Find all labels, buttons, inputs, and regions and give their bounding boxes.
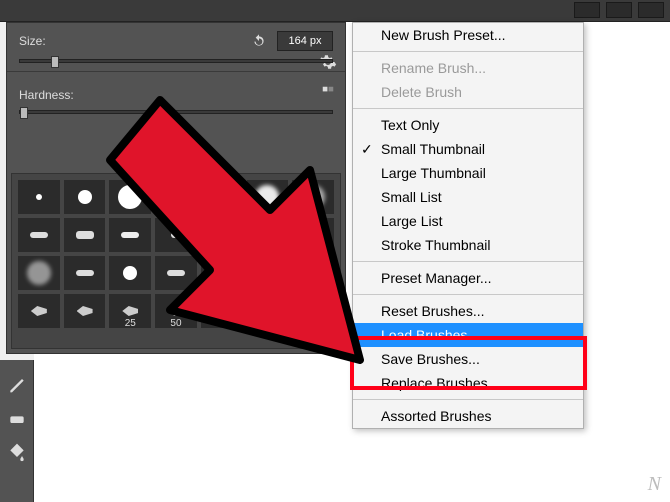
window-minimize-button[interactable] <box>574 2 600 18</box>
brush-preset[interactable] <box>18 180 60 214</box>
menu-large-thumbnail[interactable]: Large Thumbnail <box>353 161 583 185</box>
window-close-button[interactable] <box>638 2 664 18</box>
menu-load-brushes[interactable]: Load Brushes... <box>353 323 583 347</box>
brush-preset-grid: 25 50 <box>11 173 341 349</box>
brush-preset[interactable] <box>292 256 334 290</box>
menu-separator <box>353 108 583 109</box>
menu-text-only[interactable]: Text Only <box>353 113 583 137</box>
menu-separator <box>353 51 583 52</box>
brush-size-label: 25 <box>109 318 151 329</box>
menu-small-thumbnail[interactable]: Small Thumbnail <box>353 137 583 161</box>
brush-preset[interactable] <box>109 218 151 252</box>
brush-preset[interactable] <box>64 218 106 252</box>
menu-preset-manager[interactable]: Preset Manager... <box>353 266 583 290</box>
hardness-slider-thumb[interactable] <box>20 107 28 119</box>
brush-preset[interactable] <box>201 218 243 252</box>
brush-preset[interactable] <box>247 294 289 328</box>
brush-preset[interactable]: 25 <box>109 294 151 328</box>
brush-preset[interactable] <box>292 180 334 214</box>
menu-replace-brushes[interactable]: Replace Brushes... <box>353 371 583 395</box>
eraser-tool-icon[interactable] <box>7 408 27 428</box>
brush-preset[interactable] <box>247 256 289 290</box>
brush-size-label: 50 <box>155 318 197 329</box>
brush-preset[interactable] <box>201 294 243 328</box>
brush-preset[interactable] <box>247 180 289 214</box>
brush-preset[interactable]: 50 <box>155 294 197 328</box>
brush-preset[interactable] <box>64 180 106 214</box>
bucket-tool-icon[interactable] <box>7 442 27 462</box>
menu-stroke-thumbnail[interactable]: Stroke Thumbnail <box>353 233 583 257</box>
brush-preset[interactable] <box>64 294 106 328</box>
brush-preset[interactable] <box>155 218 197 252</box>
brush-preset[interactable] <box>155 180 197 214</box>
brush-preset[interactable] <box>109 256 151 290</box>
hardness-slider[interactable] <box>19 110 333 114</box>
hardness-label: Hardness: <box>19 88 89 102</box>
menu-large-list[interactable]: Large List <box>353 209 583 233</box>
menu-delete-brush: Delete Brush <box>353 80 583 104</box>
window-maximize-button[interactable] <box>606 2 632 18</box>
brush-preset[interactable] <box>292 218 334 252</box>
size-slider[interactable] <box>19 59 333 63</box>
brush-preset[interactable] <box>64 256 106 290</box>
menu-save-brushes[interactable]: Save Brushes... <box>353 347 583 371</box>
brush-tool-icon[interactable] <box>7 374 27 394</box>
size-label: Size: <box>19 34 79 48</box>
menu-small-list[interactable]: Small List <box>353 185 583 209</box>
brush-preset[interactable] <box>18 256 60 290</box>
panel-divider <box>7 71 345 72</box>
menu-separator <box>353 294 583 295</box>
brush-preset[interactable] <box>18 218 60 252</box>
menu-reset-brushes[interactable]: Reset Brushes... <box>353 299 583 323</box>
brush-preset[interactable] <box>292 294 334 328</box>
brush-preset[interactable] <box>155 256 197 290</box>
size-slider-thumb[interactable] <box>51 56 59 68</box>
size-input[interactable]: 164 px <box>277 31 333 51</box>
brush-preset[interactable] <box>247 218 289 252</box>
menu-separator <box>353 399 583 400</box>
app-title-bar <box>0 0 670 22</box>
menu-assorted-brushes[interactable]: Assorted Brushes <box>353 404 583 428</box>
menu-new-brush-preset[interactable]: New Brush Preset... <box>353 23 583 47</box>
thumbnail-toggle-icon[interactable] <box>321 85 335 99</box>
menu-separator <box>353 261 583 262</box>
brush-settings-panel: Size: 164 px Hardness: <box>6 22 346 354</box>
brush-preset[interactable] <box>18 294 60 328</box>
brush-context-menu: New Brush Preset... Rename Brush... Dele… <box>352 22 584 429</box>
left-toolbar <box>0 360 34 502</box>
brush-preset[interactable] <box>201 256 243 290</box>
menu-rename-brush: Rename Brush... <box>353 56 583 80</box>
brush-preset[interactable] <box>109 180 151 214</box>
watermark: N <box>648 473 662 496</box>
reset-size-icon[interactable] <box>251 33 267 49</box>
brush-preset[interactable] <box>201 180 243 214</box>
